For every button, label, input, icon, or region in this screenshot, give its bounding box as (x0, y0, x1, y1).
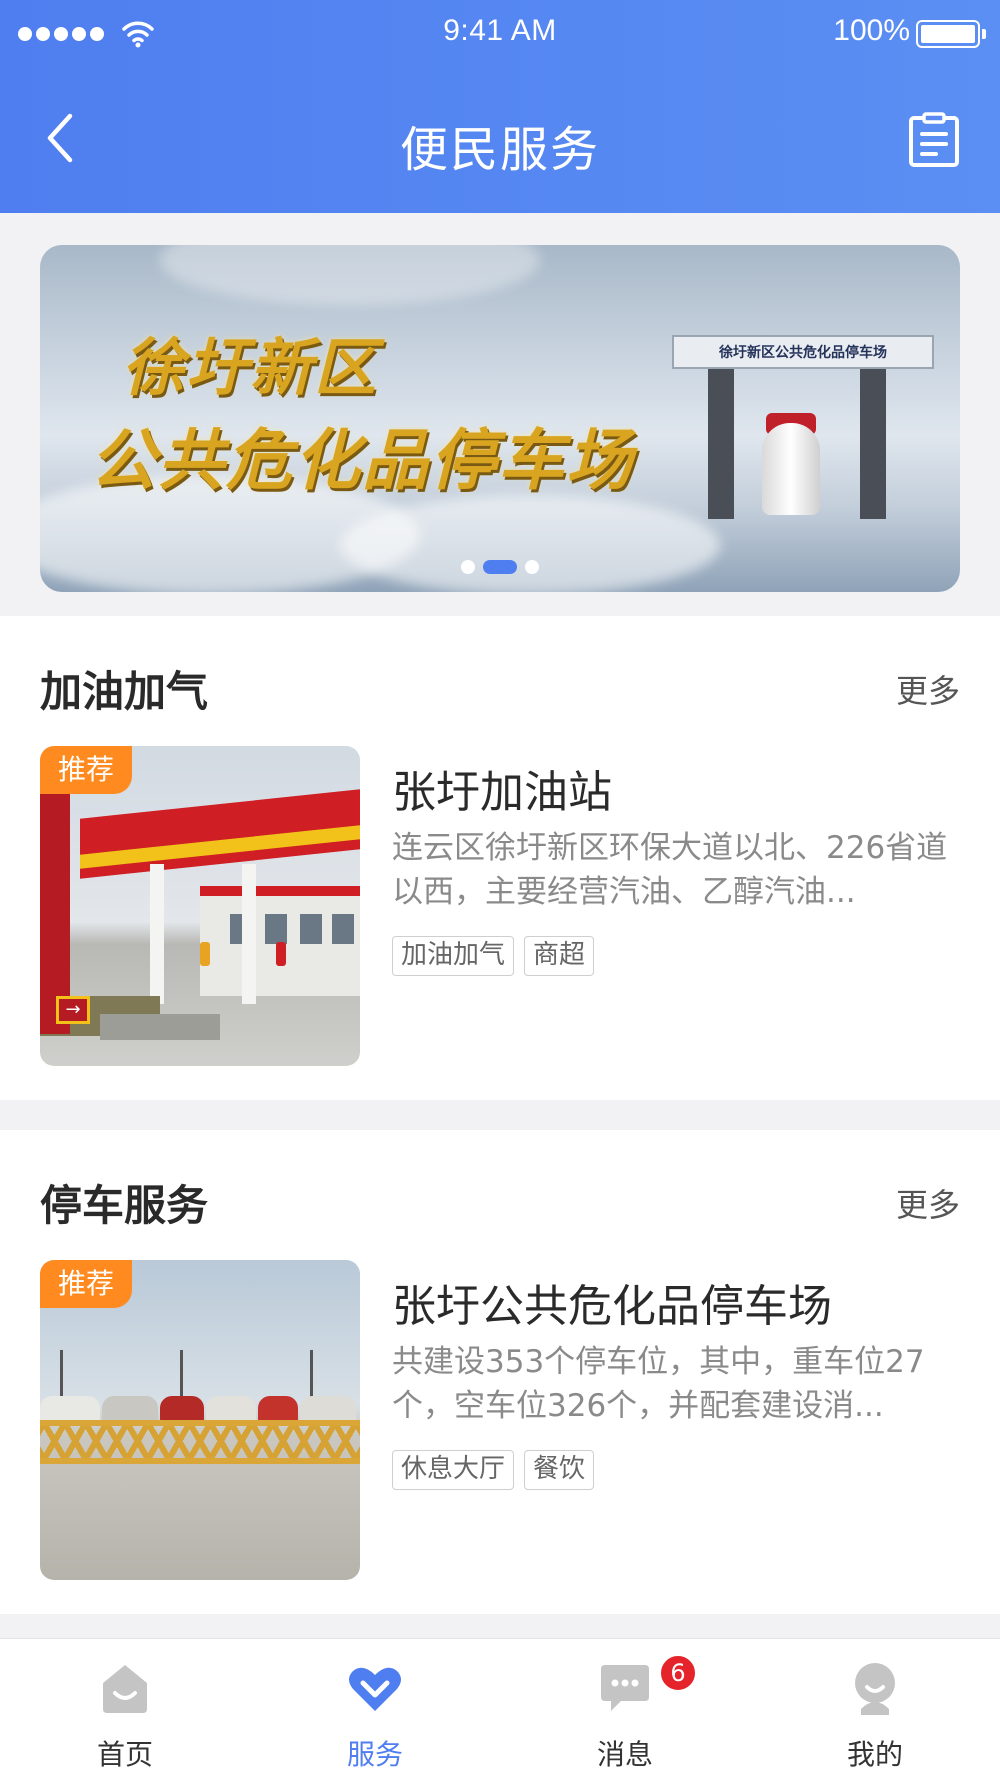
tag: 餐饮 (524, 1450, 595, 1490)
tab-bar: 首页 服务 6 消息 我的 (0, 1638, 1000, 1778)
section-header: 加油加气 更多 (40, 658, 960, 718)
tab-home[interactable]: 首页 (0, 1639, 250, 1778)
tanker-truck (762, 423, 820, 515)
arrow-right-icon: → (56, 996, 90, 1024)
carousel-dot[interactable] (461, 560, 475, 574)
service-card[interactable]: 推荐 张圩公共危化品停车场 共建设353个停车位，其中，重车位27个，空车位32… (40, 1260, 960, 1580)
card-description: 共建设353个停车位，其中，重车位27个，空车位326个，并配套建设消... (392, 1344, 925, 1424)
carousel-dot[interactable] (525, 560, 539, 574)
tab-service[interactable]: 服务 (250, 1639, 500, 1778)
home-icon (103, 1665, 147, 1713)
gate-sign: 徐圩新区公共危化品停车场 (672, 335, 934, 369)
tab-label: 消息 (596, 1738, 653, 1771)
card-thumbnail: 推荐 (40, 1260, 360, 1580)
document-list-icon[interactable] (908, 112, 960, 168)
section-header: 停车服务 更多 (40, 1172, 960, 1232)
battery-percentage: 100% (833, 14, 910, 47)
card-title: 张圩公共危化品停车场 (392, 1281, 832, 1332)
tag: 休息大厅 (392, 1450, 515, 1490)
card-tags: 加油加气 商超 (392, 936, 595, 976)
status-bar: 9:41 AM 100% (0, 0, 1000, 68)
service-heart-icon (349, 1667, 401, 1711)
section-title: 停车服务 (40, 1181, 209, 1230)
carousel-dot-active[interactable] (483, 560, 517, 574)
section-refuel: 加油加气 更多 → 推荐 张圩加油站 连云区徐圩新区环保大道以北、226省道以西… (0, 616, 1000, 1100)
message-icon (601, 1665, 649, 1711)
battery-icon (916, 20, 986, 50)
card-title: 张圩加油站 (392, 767, 612, 818)
banner-area: 徐圩新区 公共危化品停车场 徐圩新区公共危化品停车场 (0, 213, 1000, 616)
card-description: 连云区徐圩新区环保大道以北、226省道以西，主要经营汽油、乙醇汽油... (392, 830, 948, 910)
tab-label: 服务 (346, 1738, 403, 1771)
recommend-badge: 推荐 (40, 746, 133, 794)
tag: 商超 (524, 936, 595, 976)
section-title: 加油加气 (40, 667, 209, 716)
carousel-indicator (40, 560, 960, 574)
service-card[interactable]: → 推荐 张圩加油站 连云区徐圩新区环保大道以北、226省道以西，主要经营汽油、… (40, 746, 960, 1066)
recommend-badge: 推荐 (40, 1260, 133, 1308)
tab-profile[interactable]: 我的 (750, 1639, 1000, 1778)
header: 9:41 AM 100% 便民服务 (0, 0, 1000, 213)
tab-messages[interactable]: 6 消息 (500, 1639, 750, 1778)
page-title: 便民服务 (399, 122, 600, 178)
banner-carousel[interactable]: 徐圩新区 公共危化品停车场 徐圩新区公共危化品停车场 (40, 245, 960, 592)
profile-icon (855, 1663, 895, 1715)
tab-label: 首页 (96, 1738, 153, 1771)
tab-label: 我的 (846, 1738, 903, 1771)
card-tags: 休息大厅 餐饮 (392, 1450, 595, 1490)
tag: 加油加气 (392, 936, 515, 976)
nav-bar: 便民服务 (0, 68, 1000, 213)
notification-badge: 6 (658, 1653, 698, 1693)
card-thumbnail: → 推荐 (40, 746, 360, 1066)
more-link[interactable]: 更多 (896, 666, 960, 712)
section-parking: 停车服务 更多 推荐 张圩公共危化品停车场 共建设353个停车位，其中，重车位2… (0, 1130, 1000, 1614)
banner-gate-image: 徐圩新区公共危化品停车场 (40, 335, 934, 535)
more-link[interactable]: 更多 (896, 1180, 960, 1226)
